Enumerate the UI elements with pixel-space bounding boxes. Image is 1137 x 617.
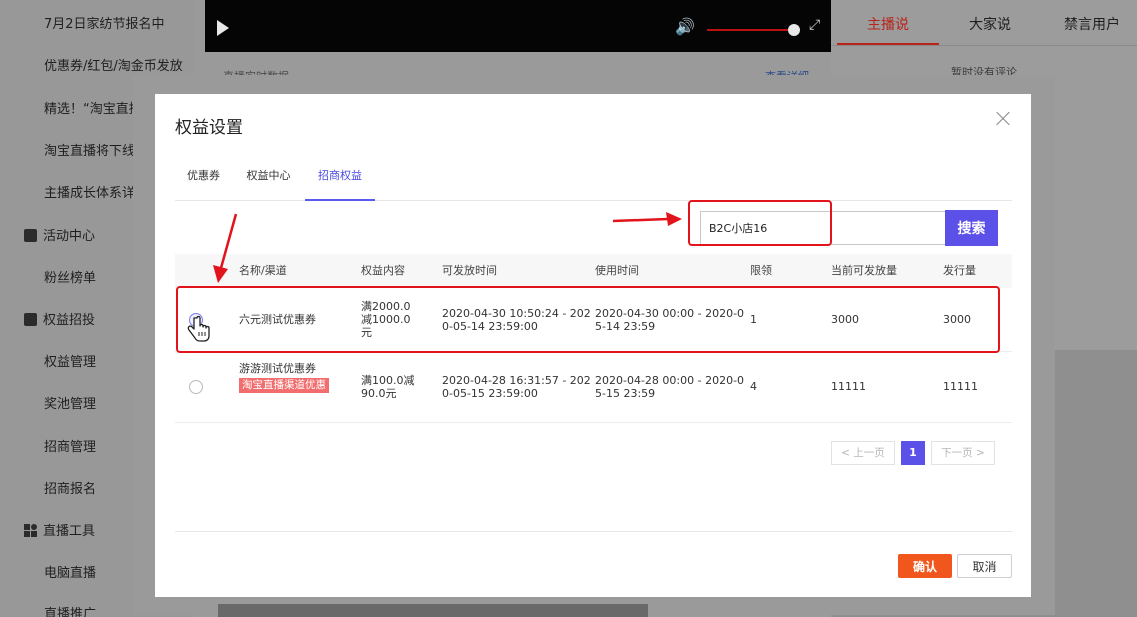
sidebar-item-label: 7月2日家纺节报名中 <box>44 17 165 32</box>
sidebar-item-label: 优惠券/红包/淘金币发放 <box>44 59 183 74</box>
sidebar-item-label: 招商报名 <box>44 482 97 497</box>
sidebar-item-label: 活动中心 <box>43 229 96 244</box>
sidebar-item-label: 精选！“淘宝直播 <box>44 102 142 117</box>
total-value: 11111 <box>943 380 978 393</box>
volume-icon[interactable]: 🔊 <box>675 19 695 35</box>
modal-tabs: 优惠券 权益中心 招商权益 <box>175 158 1012 201</box>
column-header: 使用时间 <box>595 264 639 277</box>
time-line: 2020-04-30 10:50:24 - 202 <box>442 307 591 320</box>
cancel-button[interactable]: 取消 <box>957 554 1012 578</box>
issue-time: 2020-04-28 16:31:57 - 202 0-05-15 23:59:… <box>442 374 591 400</box>
hand-cursor-icon <box>187 315 210 342</box>
total-value: 3000 <box>943 313 971 326</box>
sidebar-item-home-textile[interactable]: 7月2日家纺节报名中 <box>0 4 194 46</box>
coupon-name: 六元测试优惠券 <box>239 313 316 326</box>
tab-everyone-says[interactable]: 大家说 <box>939 0 1041 45</box>
sidebar-item-label: 奖池管理 <box>44 397 97 412</box>
use-time: 2020-04-28 00:00 - 2020-0 5-15 23:59 <box>595 374 744 400</box>
tab-benefit-center[interactable]: 权益中心 <box>240 158 297 201</box>
close-icon[interactable] <box>995 111 1011 127</box>
time-line: 2020-04-28 00:00 - 2020-0 <box>595 374 745 387</box>
confirm-button[interactable]: 确认 <box>898 554 952 578</box>
search-button[interactable]: 搜索 <box>945 210 998 246</box>
background-footer-text <box>218 604 648 617</box>
sidebar-item-label: 权益管理 <box>44 355 97 370</box>
tab-merchant-benefit[interactable]: 招商权益 <box>305 158 375 201</box>
pagination-page-button[interactable]: 1 <box>901 441 925 465</box>
time-line: 5-15 23:59 <box>595 387 656 400</box>
volume-slider[interactable] <box>707 29 793 31</box>
sidebar-item-label: 粉丝榜单 <box>44 271 97 286</box>
column-header: 发行量 <box>943 264 976 277</box>
sidebar-item-label: 主播成长体系详 <box>44 186 136 201</box>
sidebar-item-label: 招商管理 <box>44 440 97 455</box>
sidebar-item-label: 直播工具 <box>43 524 96 539</box>
fullscreen-icon[interactable]: ⤢ <box>809 18 820 32</box>
column-header: 名称/渠道 <box>239 264 287 277</box>
use-time: 2020-04-30 00:00 - 2020-0 5-14 23:59 <box>595 307 744 333</box>
table-row[interactable]: 游游测试优惠券 淘宝直播渠道优惠 满100.0减 90.0元 2020-04-2… <box>175 353 1012 423</box>
table-header: 名称/渠道 权益内容 可发放时间 使用时间 限领 当前可发放量 发行量 <box>175 254 1012 288</box>
modal-title: 权益设置 <box>175 118 243 138</box>
tab-anchor-says[interactable]: 主播说 <box>837 0 939 45</box>
time-line: 0-05-15 23:59:00 <box>442 387 538 400</box>
content-line: 满2000.0 <box>361 300 411 313</box>
row-radio[interactable] <box>189 380 203 394</box>
time-line: 5-14 23:59 <box>595 320 656 333</box>
coupon-content: 满2000.0 减1000.0 元 <box>361 300 411 339</box>
column-header: 权益内容 <box>361 264 405 277</box>
limit-value: 1 <box>750 313 757 326</box>
limit-value: 4 <box>750 380 757 393</box>
channel-tag: 淘宝直播渠道优惠 <box>239 378 329 393</box>
time-line: 0-05-14 23:59:00 <box>442 320 538 333</box>
coupon-content: 满100.0减 90.0元 <box>361 374 415 400</box>
benefit-settings-modal: 权益设置 优惠券 权益中心 招商权益 搜索 名称/渠道 权益内容 可发放时间 使… <box>155 94 1031 597</box>
time-line: 2020-04-28 16:31:57 - 202 <box>442 374 591 387</box>
tab-muted-users[interactable]: 禁言用户 <box>1041 0 1137 45</box>
video-player-controls: 🔊 ⤢ <box>205 0 831 52</box>
column-header: 限领 <box>750 264 772 277</box>
content-line: 减1000.0 <box>361 313 411 326</box>
content-line: 满100.0减 <box>361 374 415 387</box>
tools-icon <box>24 524 37 537</box>
time-line: 2020-04-30 00:00 - 2020-0 <box>595 307 745 320</box>
column-header: 可发放时间 <box>442 264 497 277</box>
divider <box>831 45 1137 46</box>
sidebar-item-label: 电脑直播 <box>44 566 97 581</box>
table-row[interactable]: 六元测试优惠券 满2000.0 减1000.0 元 2020-04-30 10:… <box>175 288 1012 352</box>
play-icon[interactable] <box>217 20 229 36</box>
volume-slider-handle[interactable] <box>788 24 800 36</box>
sidebar-item-label: 淘宝直播将下线 <box>44 144 136 159</box>
coupon-name-cell: 游游测试优惠券 淘宝直播渠道优惠 <box>239 362 329 393</box>
benefit-icon <box>24 313 37 326</box>
search-input[interactable] <box>700 211 946 245</box>
pagination-prev-button[interactable]: < 上一页 <box>831 441 895 465</box>
sidebar-item-label: 权益招投 <box>43 313 96 328</box>
divider <box>175 531 1012 532</box>
coupon-name: 游游测试优惠券 <box>239 362 316 375</box>
sidebar-item-label: 直播推广 <box>44 607 97 617</box>
available-value: 3000 <box>831 313 859 326</box>
column-header: 当前可发放量 <box>831 264 897 277</box>
issue-time: 2020-04-30 10:50:24 - 202 0-05-14 23:59:… <box>442 307 591 333</box>
tab-coupons[interactable]: 优惠券 <box>175 158 232 201</box>
content-line: 90.0元 <box>361 387 397 400</box>
activity-icon <box>24 229 37 242</box>
content-line: 元 <box>361 326 372 339</box>
available-value: 11111 <box>831 380 866 393</box>
pagination-next-button[interactable]: 下一页 > <box>931 441 995 465</box>
